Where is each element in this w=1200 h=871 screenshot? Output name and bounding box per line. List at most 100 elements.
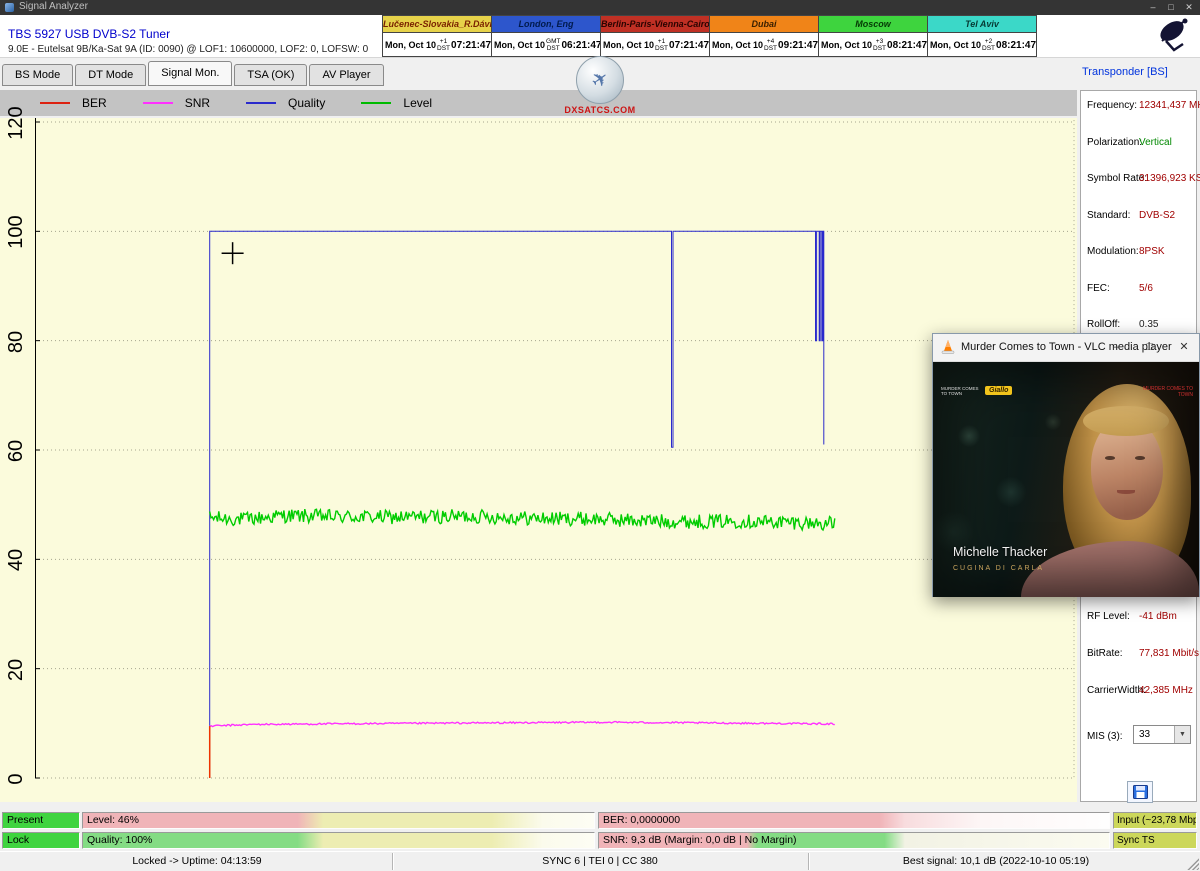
legend-label: SNR bbox=[185, 96, 210, 110]
quality-meter: Quality: 100% bbox=[82, 832, 595, 849]
tab-tsa[interactable]: TSA (OK) bbox=[234, 64, 307, 86]
lock-indicator: Lock bbox=[2, 832, 80, 849]
channel-badge: Giallo bbox=[985, 386, 1012, 395]
world-clocks: Lučenec-Slovakia_R.Dávid Mon, Oct 10 +1D… bbox=[383, 15, 1037, 57]
signal-monitor-chart[interactable]: 020406080100120 bbox=[0, 118, 1077, 802]
clock-time-row: Mon, Oct 10 +1DST 07:21:47 bbox=[383, 33, 491, 57]
clock-dubai: Dubai Mon, Oct 10 +4DST 09:21:47 bbox=[709, 15, 819, 57]
clock-city-label: Lučenec-Slovakia_R.Dávid bbox=[383, 16, 491, 33]
signal-plot[interactable] bbox=[35, 118, 1075, 802]
row-rf-level: RF Level:-41 dBm bbox=[1087, 611, 1194, 625]
status-row-1: Present Level: 46% BER: 0,0000000 Input … bbox=[0, 812, 1200, 829]
tab-dt-mode[interactable]: DT Mode bbox=[75, 64, 146, 86]
legend-label: BER bbox=[82, 96, 107, 110]
legend-label: Level bbox=[403, 96, 432, 110]
y-axis-label: 20 bbox=[2, 657, 30, 683]
vlc-close-button[interactable]: ✕ bbox=[1169, 334, 1199, 361]
clock-city-label: Berlin-Paris-Vienna-Cairo bbox=[601, 16, 709, 33]
clock-time-row: Mon, Oct 10 +1DST 07:21:47 bbox=[601, 33, 709, 57]
dxsatcs-caption: DXSATCS.COM bbox=[558, 105, 642, 115]
snr-line-swatch bbox=[143, 102, 173, 104]
clock-city-label: London, Eng bbox=[492, 16, 600, 33]
clock-date: Mon, Oct 10 bbox=[603, 40, 654, 50]
app-title: Signal Analyzer bbox=[19, 1, 88, 12]
y-axis-label: 100 bbox=[2, 219, 30, 245]
row-polarization: Polarization:Vertical bbox=[1087, 137, 1194, 151]
save-button[interactable] bbox=[1127, 781, 1153, 803]
vlc-titlebar[interactable]: Murder Comes to Town - VLC media player … bbox=[933, 334, 1199, 362]
ber-line-swatch bbox=[40, 102, 70, 104]
vlc-video-area[interactable]: MURDER COMES TO TOWN Giallo MURDER COMES… bbox=[933, 362, 1199, 597]
clock-offset: +4DST bbox=[764, 38, 777, 52]
clock-london: London, Eng Mon, Oct 10 GMTDST 06:21:47 bbox=[491, 15, 601, 57]
resize-grip[interactable] bbox=[1186, 857, 1199, 870]
y-axis-label: 40 bbox=[2, 547, 30, 573]
vlc-cone-icon bbox=[941, 339, 955, 360]
y-axis-label: 0 bbox=[2, 766, 30, 792]
tab-bs-mode[interactable]: BS Mode bbox=[2, 64, 73, 86]
legend-item-level: Level bbox=[361, 96, 432, 110]
app-titlebar: Signal Analyzer – □ ✕ bbox=[0, 0, 1200, 15]
clock-date: Mon, Oct 10 bbox=[821, 40, 872, 50]
clock-lucenec: Lučenec-Slovakia_R.Dávid Mon, Oct 10 +1D… bbox=[382, 15, 492, 57]
mis-label: MIS (3): bbox=[1087, 731, 1123, 742]
uptime-status: Locked -> Uptime: 04:13:59 bbox=[2, 853, 393, 870]
clock-time-row: Mon, Oct 10 +4DST 09:21:47 bbox=[710, 33, 818, 57]
row-modulation: Modulation:8PSK bbox=[1087, 246, 1194, 260]
clock-offset: +3DST bbox=[873, 38, 886, 52]
chevron-down-icon[interactable]: ▼ bbox=[1174, 726, 1190, 743]
mode-tabs: BS Mode DT Mode Signal Mon. TSA (OK) AV … bbox=[2, 63, 386, 86]
clock-time-row: Mon, Oct 10 +3DST 08:21:47 bbox=[819, 33, 927, 57]
row-carrierwidth: CarrierWidth:42,385 MHz bbox=[1087, 685, 1194, 699]
clock-berlin: Berlin-Paris-Vienna-Cairo Mon, Oct 10 +1… bbox=[600, 15, 710, 57]
input-rate-indicator: Input (~23,78 Mbps) bbox=[1113, 812, 1197, 829]
maximize-button[interactable]: □ bbox=[1162, 0, 1180, 15]
clock-value: 07:21:47 bbox=[451, 40, 491, 51]
dxsatcs-logo: ✈ DXSATCS.COM bbox=[558, 56, 642, 115]
chart-legend: BER SNR Quality Level bbox=[0, 90, 1077, 116]
row-rolloff: RollOff:0.35 bbox=[1087, 319, 1194, 333]
vlc-window[interactable]: Murder Comes to Town - VLC media player … bbox=[932, 333, 1200, 597]
clock-city-label: Tel Aviv bbox=[928, 16, 1036, 33]
legend-item-snr: SNR bbox=[143, 96, 210, 110]
sync-counters: SYNC 6 | TEI 0 | CC 380 bbox=[392, 853, 809, 870]
legend-item-quality: Quality bbox=[246, 96, 325, 110]
diskette-icon bbox=[1133, 785, 1148, 799]
legend-label: Quality bbox=[288, 96, 325, 110]
clock-time-row: Mon, Oct 10 +2DST 08:21:47 bbox=[928, 33, 1036, 57]
row-frequency: Frequency:12341,437 MHz bbox=[1087, 100, 1194, 114]
vlc-minimize-button[interactable]: – bbox=[1101, 334, 1131, 361]
tab-signal-mon[interactable]: Signal Mon. bbox=[148, 61, 232, 86]
clock-value: 09:21:47 bbox=[778, 40, 818, 51]
caption-subtitle: CUGINA DI CARLA bbox=[953, 565, 1044, 572]
best-signal: Best signal: 10,1 dB (2022-10-10 05:19) bbox=[808, 853, 1184, 870]
tuner-position-info: 9.0E - Eutelsat 9B/Ka-Sat 9A (ID: 0090) … bbox=[8, 44, 368, 55]
video-top-overlays: MURDER COMES TO TOWN Giallo MURDER COMES… bbox=[941, 386, 1193, 398]
sync-ts-indicator: Sync TS bbox=[1113, 832, 1197, 849]
clock-value: 08:21:47 bbox=[887, 40, 927, 51]
clock-city-label: Dubai bbox=[710, 16, 818, 33]
satellite-dish-icon bbox=[1152, 16, 1196, 57]
clock-offset: +1DST bbox=[655, 38, 668, 52]
caption-name: Michelle Thacker bbox=[953, 545, 1047, 559]
present-indicator: Present bbox=[2, 812, 80, 829]
vlc-maximize-button[interactable]: □ bbox=[1135, 334, 1165, 361]
y-axis-label: 60 bbox=[2, 438, 30, 464]
tuner-name: TBS 5927 USB DVB-S2 Tuner bbox=[8, 27, 170, 41]
mis-dropdown[interactable]: 33 ▼ bbox=[1133, 725, 1191, 744]
clock-moscow: Moscow Mon, Oct 10 +3DST 08:21:47 bbox=[818, 15, 928, 57]
clock-city-label: Moscow bbox=[819, 16, 927, 33]
close-button[interactable]: ✕ bbox=[1180, 0, 1198, 15]
clock-telaviv: Tel Aviv Mon, Oct 10 +2DST 08:21:47 bbox=[927, 15, 1037, 57]
clock-offset: +2DST bbox=[982, 38, 995, 52]
row-standard: Standard:DVB-S2 bbox=[1087, 210, 1194, 224]
dxsatcs-emblem-icon: ✈ bbox=[576, 56, 624, 104]
row-bitrate: BitRate:77,831 Mbit/s bbox=[1087, 648, 1194, 662]
show-logo: MURDER COMES TO TOWN bbox=[941, 386, 979, 396]
clock-time-row: Mon, Oct 10 GMTDST 06:21:47 bbox=[492, 33, 600, 57]
tab-av-player[interactable]: AV Player bbox=[309, 64, 383, 86]
level-line-swatch bbox=[361, 102, 391, 104]
clock-date: Mon, Oct 10 bbox=[930, 40, 981, 50]
minimize-button[interactable]: – bbox=[1144, 0, 1162, 15]
clock-offset: GMTDST bbox=[546, 38, 560, 52]
